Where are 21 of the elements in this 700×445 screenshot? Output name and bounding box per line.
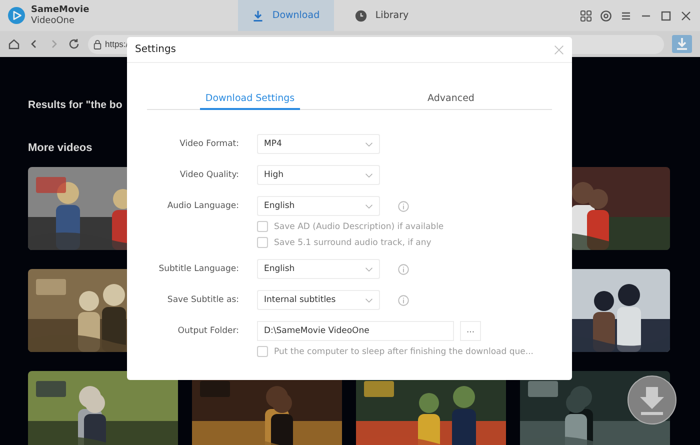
- select-field[interactable]: English: [257, 196, 380, 216]
- select-field[interactable]: High: [257, 165, 380, 185]
- select-field[interactable]: Internal subtitles: [257, 290, 380, 310]
- field-label: Save Subtitle as:: [166, 295, 239, 305]
- select-field[interactable]: English: [257, 259, 380, 279]
- field-label: Video Quality:: [178, 170, 239, 180]
- settings-tab[interactable]: Advanced: [350, 89, 552, 110]
- field-label: Video Format:: [178, 139, 239, 149]
- results-heading: Results for "the bo: [28, 99, 122, 113]
- section-heading: More videos: [28, 142, 92, 156]
- settings-tab[interactable]: Download Settings: [200, 89, 300, 110]
- field-label: Subtitle Language:: [158, 264, 239, 274]
- field-label: Output Folder:: [176, 326, 239, 336]
- select-field[interactable]: MP4: [257, 134, 380, 154]
- folder-path-field[interactable]: D:\SameMovie VideoOne: [257, 321, 454, 341]
- app-subtitle: VideoOne: [31, 16, 76, 26]
- field-label: Audio Language:: [166, 201, 239, 211]
- app-name: SameMovie: [31, 4, 90, 16]
- browse-button[interactable]: ···: [460, 321, 481, 341]
- dialog-title: Settings: [135, 44, 176, 55]
- main-tab[interactable]: Library: [334, 0, 430, 31]
